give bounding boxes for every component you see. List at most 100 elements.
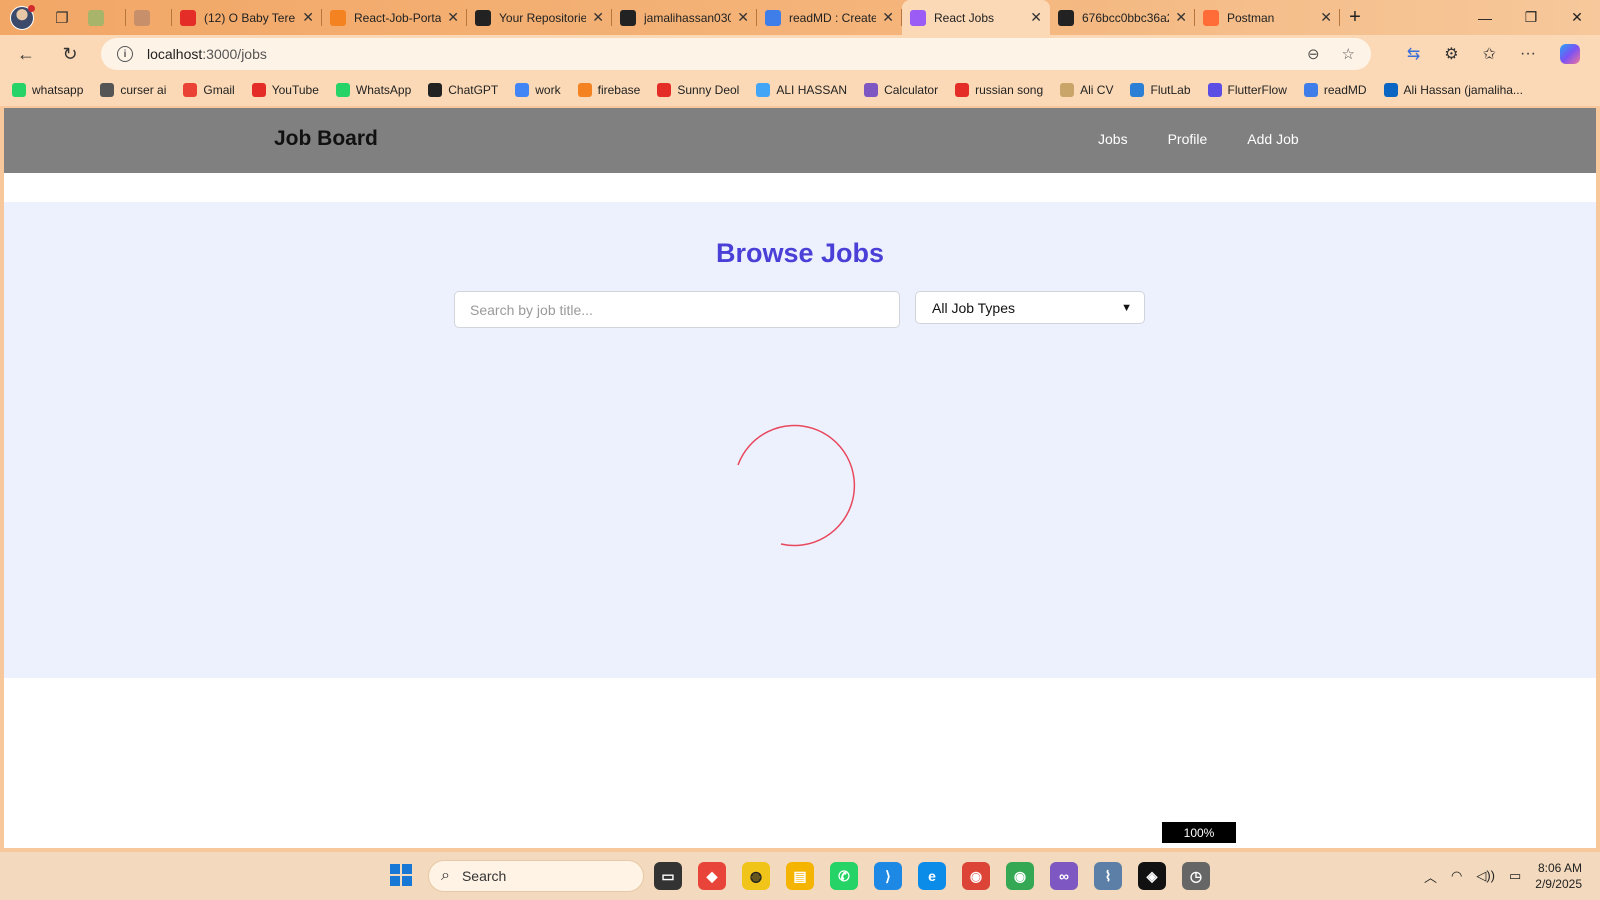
nav-links: Jobs Profile Add Job bbox=[1098, 131, 1339, 147]
chart-app-icon[interactable]: ⌇ bbox=[1094, 862, 1122, 890]
bookmark-item[interactable]: ChatGPT bbox=[428, 82, 499, 97]
bookmark-label: russian song bbox=[975, 82, 1044, 97]
browser-tab[interactable] bbox=[80, 0, 126, 35]
bookmark-item[interactable]: Calculator bbox=[864, 82, 939, 97]
bookmark-item[interactable]: whatsapp bbox=[12, 82, 83, 97]
close-tab-icon[interactable]: ✕ bbox=[1175, 9, 1187, 26]
site-info-icon[interactable]: i bbox=[117, 46, 133, 62]
visual-studio-icon[interactable]: ∞ bbox=[1050, 862, 1078, 890]
job-type-select[interactable]: All Job Types ▼ bbox=[915, 291, 1145, 324]
close-tab-icon[interactable]: ✕ bbox=[592, 9, 604, 26]
bookmark-item[interactable]: curser ai bbox=[100, 82, 166, 97]
browser-tab[interactable]: React-Job-Portal ✕ bbox=[322, 0, 467, 35]
bookmark-icon bbox=[1207, 82, 1222, 97]
postman-icon bbox=[1203, 9, 1219, 26]
bookmark-icon bbox=[1130, 82, 1145, 97]
page-viewport: Job Board Jobs Profile Add Job Browse Jo… bbox=[4, 108, 1596, 848]
restore-icon[interactable]: ❐ bbox=[1508, 0, 1554, 35]
brand-logo[interactable]: Job Board bbox=[274, 127, 378, 151]
clock-app-icon[interactable]: ◷ bbox=[1182, 862, 1210, 890]
favorite-star-icon[interactable]: ☆ bbox=[1342, 45, 1355, 63]
zoom-out-icon[interactable]: ⊖ bbox=[1307, 45, 1320, 63]
close-tab-icon[interactable]: ✕ bbox=[737, 9, 749, 26]
bookmark-item[interactable]: Ali Hassan (jamaliha... bbox=[1383, 82, 1523, 97]
tab-title: React Jobs bbox=[934, 10, 995, 25]
extensions-icon[interactable]: ⚙ bbox=[1444, 44, 1458, 64]
tab-title: jamalihassan030 bbox=[644, 10, 732, 25]
browser-tab[interactable]: Your Repositorie ✕ bbox=[467, 0, 612, 35]
taskbar-search[interactable]: ⌕ Search bbox=[428, 860, 644, 892]
bookmark-item[interactable]: ALI HASSAN bbox=[756, 82, 847, 97]
browser-tab[interactable]: 676bcc0bbc36a2 ✕ bbox=[1050, 0, 1195, 35]
more-icon[interactable]: ··· bbox=[1520, 45, 1536, 63]
jobs-section: Browse Jobs All Job Types ▼ bbox=[4, 202, 1596, 678]
bookmark-item[interactable]: work bbox=[515, 82, 561, 97]
browser-tab[interactable]: Postman ✕ bbox=[1195, 0, 1340, 35]
url-field[interactable]: i localhost:3000/jobs ⊖ ☆ bbox=[101, 38, 1371, 70]
wifi-icon[interactable]: ◠ bbox=[1451, 868, 1462, 884]
bookmark-item[interactable]: FlutterFlow bbox=[1207, 82, 1287, 97]
workspaces-icon[interactable]: ❐ bbox=[44, 9, 80, 27]
chevron-down-icon: ▼ bbox=[1121, 301, 1132, 314]
bookmark-item[interactable]: Sunny Deol bbox=[657, 82, 739, 97]
translate-icon[interactable]: ⇆ bbox=[1407, 44, 1420, 64]
bookmark-label: YouTube bbox=[271, 82, 319, 97]
chrome-profile-icon[interactable]: ◉ bbox=[1006, 862, 1034, 890]
bookmark-item[interactable]: russian song bbox=[955, 82, 1044, 97]
bookmark-item[interactable]: YouTube bbox=[251, 82, 319, 97]
browser-tab[interactable] bbox=[126, 0, 172, 35]
bookmark-icon bbox=[12, 82, 26, 97]
browser-tab[interactable]: React Jobs ✕ bbox=[902, 0, 1050, 35]
windows-start-icon[interactable] bbox=[390, 864, 412, 886]
new-tab-button[interactable]: + bbox=[1340, 6, 1370, 29]
browser-tab[interactable]: readMD : Create ✕ bbox=[757, 0, 902, 35]
bookmark-item[interactable]: FlutLab bbox=[1130, 82, 1191, 97]
back-icon[interactable]: ← bbox=[4, 44, 48, 65]
task-view-icon[interactable]: ▭ bbox=[654, 862, 682, 890]
loading-spinner bbox=[737, 424, 856, 547]
browser-tab[interactable]: (12) O Baby Tere ✕ bbox=[172, 0, 322, 35]
close-tab-icon[interactable]: ✕ bbox=[1030, 9, 1042, 26]
chat-app-icon[interactable]: ◍ bbox=[742, 862, 770, 890]
close-tab-icon[interactable]: ✕ bbox=[447, 9, 459, 26]
close-tab-icon[interactable]: ✕ bbox=[1320, 9, 1332, 26]
chrome-icon[interactable]: ◉ bbox=[962, 862, 990, 890]
tab-title: readMD : Create bbox=[789, 10, 877, 25]
profile-button[interactable] bbox=[0, 0, 44, 35]
minimize-icon[interactable]: — bbox=[1462, 0, 1508, 35]
nav-add-job-link[interactable]: Add Job bbox=[1247, 131, 1298, 147]
clock[interactable]: 8:06 AM 2/9/2025 bbox=[1535, 860, 1582, 892]
browser-tab[interactable]: jamalihassan030 ✕ bbox=[612, 0, 757, 35]
vscode-icon[interactable]: ⟩ bbox=[874, 862, 902, 890]
favorites-icon[interactable]: ✩ bbox=[1483, 44, 1496, 64]
bookmark-item[interactable]: readMD bbox=[1303, 82, 1367, 97]
search-input[interactable] bbox=[454, 291, 900, 328]
youtube-icon bbox=[180, 9, 196, 26]
bookmark-label: Calculator bbox=[884, 82, 939, 97]
bookmark-label: Gmail bbox=[203, 82, 235, 97]
close-tab-icon[interactable]: ✕ bbox=[882, 9, 894, 26]
nav-profile-link[interactable]: Profile bbox=[1168, 131, 1208, 147]
cursor-app-icon[interactable]: ◈ bbox=[1138, 862, 1166, 890]
bookmark-item[interactable]: firebase bbox=[577, 82, 640, 97]
bookmark-label: ChatGPT bbox=[448, 82, 499, 97]
bookmark-item[interactable]: Ali CV bbox=[1060, 82, 1113, 97]
whatsapp-icon[interactable]: ✆ bbox=[830, 862, 858, 890]
tab-title: Your Repositorie bbox=[499, 10, 587, 25]
file-explorer-icon[interactable]: ▤ bbox=[786, 862, 814, 890]
battery-icon[interactable]: ▭ bbox=[1509, 868, 1521, 884]
anydesk-icon[interactable]: ◆ bbox=[698, 862, 726, 890]
volume-icon[interactable]: ◁)) bbox=[1476, 868, 1495, 884]
bookmark-icon bbox=[100, 82, 115, 97]
close-tab-icon[interactable]: ✕ bbox=[302, 9, 314, 26]
bookmark-item[interactable]: Gmail bbox=[183, 82, 235, 97]
zoom-indicator: 100% bbox=[1162, 822, 1236, 843]
refresh-icon[interactable]: ↻ bbox=[48, 44, 92, 65]
edge-icon[interactable]: e bbox=[918, 862, 946, 890]
nav-jobs-link[interactable]: Jobs bbox=[1098, 131, 1128, 147]
tab-title: 676bcc0bbc36a2 bbox=[1082, 10, 1170, 25]
close-window-icon[interactable]: ✕ bbox=[1554, 0, 1600, 35]
tray-expand-icon[interactable]: ︿ bbox=[1424, 867, 1437, 886]
copilot-icon[interactable] bbox=[1560, 44, 1580, 64]
bookmark-item[interactable]: WhatsApp bbox=[335, 82, 411, 97]
